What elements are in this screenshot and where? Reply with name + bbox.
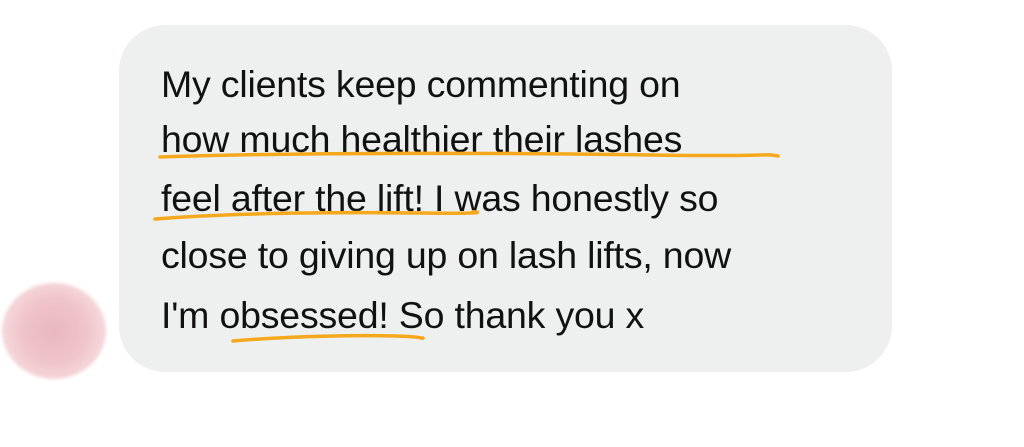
message-line-5-before: I'm <box>161 294 220 336</box>
message-line-3-after: I was honestly so <box>423 177 719 219</box>
highlighted-word-obsessed: obsessed! <box>219 294 389 336</box>
sender-avatar[interactable] <box>2 283 106 379</box>
message-line-3: feel after the lift! I was honestly so <box>161 176 718 220</box>
message-line-4: close to giving up on lash lifts, now <box>161 234 732 276</box>
highlighted-phrase-lift: feel after the lift! <box>161 177 424 219</box>
message-bubble[interactable]: My clients keep commenting on how much h… <box>119 25 892 372</box>
message-line-1: My clients keep commenting on <box>161 63 681 105</box>
message-line-2: how much healthier their lashes <box>161 118 683 160</box>
message-line-5: I'm obsessed! So thank you x <box>161 293 644 337</box>
message-line-5-after: So thank you x <box>388 294 645 336</box>
